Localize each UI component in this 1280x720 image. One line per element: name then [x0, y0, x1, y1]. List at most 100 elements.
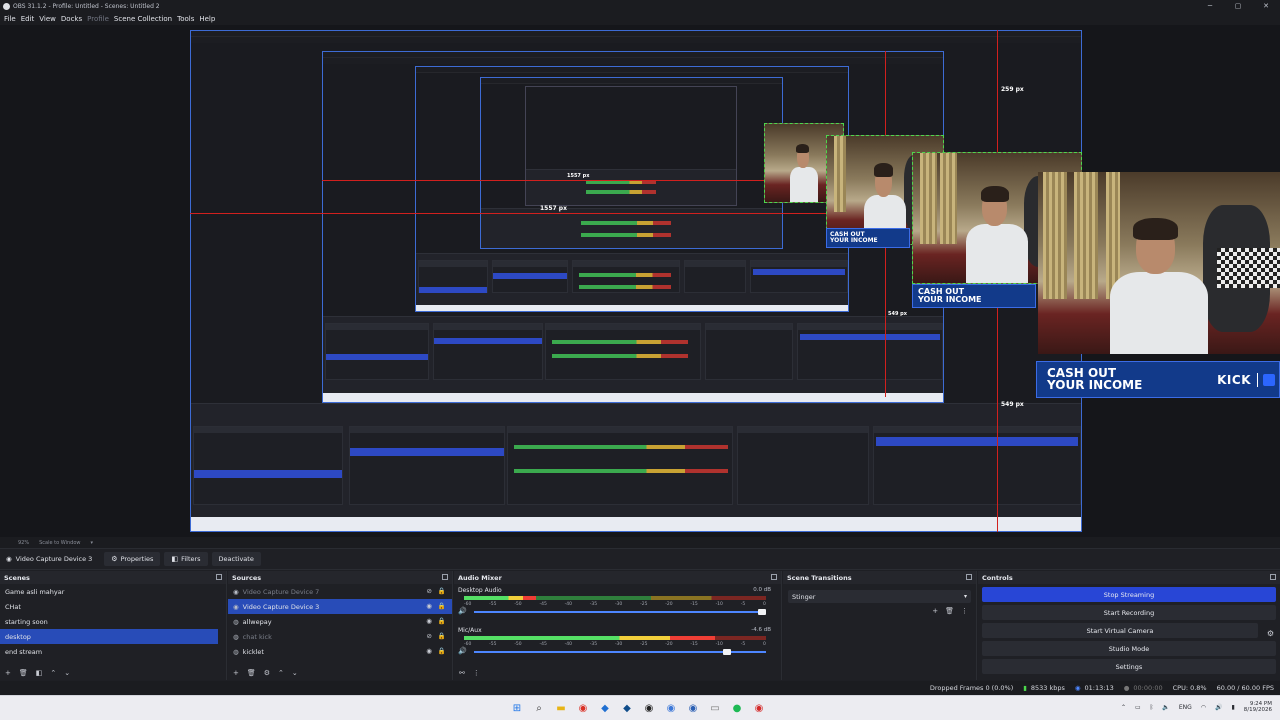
sources-dock: Sources ◉ Video Capture Device 7 ⊘ 🔒 ◉ Video… — [228, 571, 453, 680]
speaker-icon[interactable]: 🔊 — [1215, 704, 1222, 711]
scene-item[interactable]: starting soon — [0, 614, 226, 629]
lock-icon[interactable]: 🔒 — [438, 617, 446, 625]
app-icon[interactable]: ◉ — [751, 700, 767, 716]
scene-item[interactable]: CHat — [0, 599, 226, 614]
trash-icon[interactable]: 🗑 — [19, 669, 28, 677]
source-item[interactable]: ◍ kicklet ◉ 🔒 — [228, 644, 452, 659]
settings-button[interactable]: Settings — [982, 659, 1276, 674]
chrome-icon[interactable]: ◉ — [575, 700, 591, 716]
move-up-icon[interactable]: ⌃ — [50, 669, 56, 677]
chevron-up-icon[interactable]: ⌃ — [1121, 704, 1126, 711]
wifi-icon[interactable]: ◠ — [1201, 704, 1206, 711]
move-up-icon[interactable]: ⌃ — [278, 669, 284, 677]
menu-tools[interactable]: Tools — [177, 15, 194, 23]
undock-icon[interactable] — [1270, 574, 1276, 580]
undock-icon[interactable] — [216, 574, 222, 580]
bluetooth-icon[interactable]: ᛒ — [1150, 704, 1154, 711]
browser-icon: ◍ — [233, 647, 239, 656]
source-item[interactable]: ◍ allwepay ◉ 🔒 — [228, 614, 452, 629]
lock-icon[interactable]: 🔒 — [438, 647, 446, 655]
start-virtual-camera-button[interactable]: Start Virtual Camera — [982, 623, 1258, 638]
menu-help[interactable]: Help — [199, 15, 215, 23]
language-indicator[interactable]: ENG — [1179, 704, 1192, 711]
speaker-icon[interactable]: 🔊 — [458, 647, 467, 655]
start-recording-button[interactable]: Start Recording — [982, 605, 1276, 620]
add-source-icon[interactable]: + — [233, 669, 239, 677]
volume-fader[interactable] — [474, 609, 766, 615]
eye-icon[interactable]: ◉ — [426, 602, 432, 610]
scale-mode-arrow-icon[interactable]: ▾ — [91, 540, 94, 546]
menu-docks[interactable]: Docks — [61, 15, 82, 23]
windows-start-icon[interactable]: ⊞ — [509, 700, 525, 716]
trash-icon[interactable]: 🗑 — [247, 669, 256, 677]
eye-hidden-icon[interactable]: ⊘ — [426, 587, 431, 595]
zoom-level[interactable]: 92% — [18, 540, 29, 546]
app-icon[interactable]: ◉ — [663, 700, 679, 716]
menu-profile[interactable]: Profile — [87, 15, 109, 23]
filter-icon[interactable]: ◧ — [36, 669, 43, 677]
app-icon[interactable]: ◆ — [597, 700, 613, 716]
source-label: allwepay — [242, 617, 272, 626]
volume-icon[interactable]: 🔈 — [1162, 704, 1169, 711]
menu-edit[interactable]: Edit — [21, 15, 35, 23]
controls-title: Controls — [982, 573, 1013, 582]
stop-streaming-button[interactable]: Stop Streaming — [982, 587, 1276, 602]
menu-file[interactable]: File — [4, 15, 16, 23]
display-icon[interactable]: ▭ — [1135, 704, 1141, 711]
battery-icon[interactable]: ▮ — [1231, 704, 1234, 711]
source-item[interactable]: ◉ Video Capture Device 7 ⊘ 🔒 — [228, 584, 452, 599]
scene-item[interactable]: end stream — [0, 644, 226, 659]
obs-app-icon[interactable]: ◉ — [641, 700, 657, 716]
studio-mode-button[interactable]: Studio Mode — [982, 641, 1276, 656]
overlay-banner-small: CASH OUT YOUR INCOME — [826, 228, 910, 248]
source-item-selected[interactable]: ◉ Video Capture Device 3 ◉ 🔒 — [228, 599, 452, 614]
more-icon[interactable]: ⋮ — [473, 669, 480, 677]
lock-icon[interactable]: 🔒 — [438, 602, 446, 610]
move-down-icon[interactable]: ⌄ — [292, 669, 298, 677]
filters-button[interactable]: ◧ Filters — [164, 552, 208, 566]
lock-icon[interactable]: 🔒 — [438, 587, 446, 595]
nested-scenes-col-1 — [193, 426, 343, 505]
gear-icon[interactable]: ⚙ — [1267, 629, 1274, 638]
menu-view[interactable]: View — [39, 15, 56, 23]
more-icon[interactable]: ⋮ — [961, 607, 968, 615]
speaker-icon[interactable]: 🔊 — [458, 607, 467, 615]
link-icon[interactable]: ⚯ — [459, 669, 465, 677]
app-icon[interactable]: ▭ — [707, 700, 723, 716]
menu-scene-collection[interactable]: Scene Collection — [114, 15, 172, 23]
gear-icon[interactable]: ⚙ — [264, 669, 270, 677]
eye-hidden-icon[interactable]: ⊘ — [426, 632, 431, 640]
clock[interactable]: 9:24 PM 8/19/2026 — [1244, 701, 1272, 714]
source-item[interactable]: ◍ chat kick ⊘ 🔒 — [228, 629, 452, 644]
scene-item-selected[interactable]: desktop — [0, 629, 218, 644]
trash-icon[interactable]: 🗑 — [945, 607, 954, 615]
maximize-button[interactable]: ▢ — [1224, 0, 1252, 12]
fader-knob[interactable] — [758, 609, 766, 615]
minimize-button[interactable]: ─ — [1196, 0, 1224, 12]
search-icon[interactable]: ⌕ — [531, 700, 547, 716]
app-icon[interactable]: ◆ — [619, 700, 635, 716]
fader-knob[interactable] — [722, 649, 731, 655]
properties-button[interactable]: ⚙ Properties — [104, 552, 161, 566]
move-down-icon[interactable]: ⌄ — [64, 669, 70, 677]
stream-icon: ◉ — [1074, 684, 1081, 692]
close-button[interactable]: ✕ — [1252, 0, 1280, 12]
add-transition-icon[interactable]: + — [932, 607, 938, 615]
preview-canvas[interactable]: 259 px 549 px 549 px 1557 px 1557 px CAS… — [0, 25, 1280, 537]
undock-icon[interactable] — [966, 574, 972, 580]
undock-icon[interactable] — [442, 574, 448, 580]
transition-select[interactable]: Stinger ▾ — [788, 590, 971, 603]
undock-icon[interactable] — [771, 574, 777, 580]
lock-icon[interactable]: 🔒 — [438, 632, 446, 640]
app-icon[interactable]: ◉ — [685, 700, 701, 716]
eye-icon[interactable]: ◉ — [426, 647, 432, 655]
add-scene-icon[interactable]: + — [5, 669, 11, 677]
scene-item[interactable]: Game asli mahyar — [0, 584, 226, 599]
spotify-icon[interactable]: ● — [729, 700, 745, 716]
volume-fader[interactable] — [474, 649, 766, 655]
deactivate-button[interactable]: Deactivate — [211, 552, 261, 566]
scale-mode-select[interactable]: Scale to Window — [39, 540, 80, 546]
eye-icon[interactable]: ◉ — [426, 617, 432, 625]
tick: -55 — [489, 642, 497, 647]
file-explorer-icon[interactable]: ▬ — [553, 700, 569, 716]
